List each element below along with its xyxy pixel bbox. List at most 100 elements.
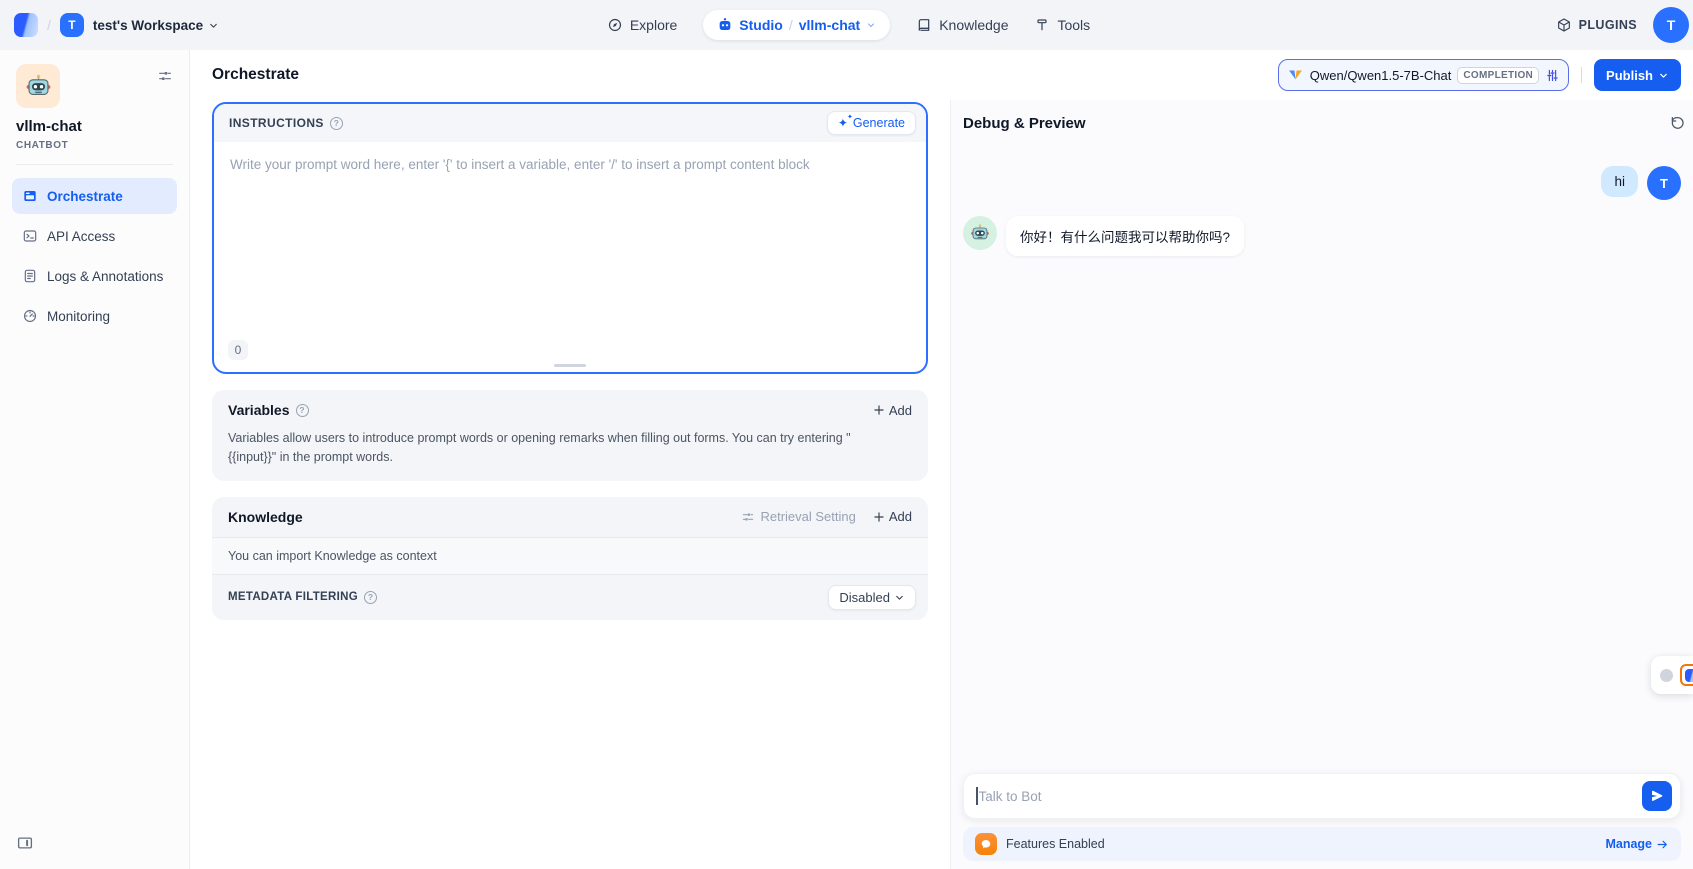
sidebar-nav: Orchestrate API Access Logs & Annotation… xyxy=(12,178,177,334)
chevron-down-icon xyxy=(208,20,219,31)
sidebar-item-monitoring[interactable]: Monitoring xyxy=(12,298,177,334)
plugins-button[interactable]: PLUGINS xyxy=(1556,17,1637,33)
publish-button[interactable]: Publish xyxy=(1594,59,1681,91)
vllm-logo-icon xyxy=(1287,67,1304,84)
sidebar-item-orchestrate[interactable]: Orchestrate xyxy=(12,178,177,214)
chat-input-box xyxy=(963,773,1681,819)
main-nav: Explore Studio / vllm-chat Knowledge Too… xyxy=(344,10,1353,40)
dify-badge-icon xyxy=(1680,664,1693,686)
chat-bubble-icon xyxy=(980,838,992,850)
help-icon xyxy=(330,117,343,130)
metadata-filtering-dropdown[interactable]: Disabled xyxy=(828,585,916,610)
nav-explore[interactable]: Explore xyxy=(607,17,677,33)
retrieval-setting-button[interactable]: Retrieval Setting xyxy=(741,509,855,524)
nav-studio-label: Studio xyxy=(739,17,783,33)
model-name: Qwen/Qwen1.5-7B-Chat xyxy=(1310,68,1452,83)
send-button[interactable] xyxy=(1642,781,1672,811)
window-grid-icon xyxy=(22,188,38,204)
collapse-sidebar-button[interactable] xyxy=(16,834,34,857)
gauge-icon xyxy=(22,308,38,324)
sidebar-item-logs-annotations[interactable]: Logs & Annotations xyxy=(12,258,177,294)
plus-icon xyxy=(872,510,886,524)
page-header: Orchestrate Qwen/Qwen1.5-7B-Chat COMPLET… xyxy=(190,50,1693,100)
app-name: vllm-chat xyxy=(16,118,173,135)
content-area: Orchestrate Qwen/Qwen1.5-7B-Chat COMPLET… xyxy=(190,50,1693,869)
chevron-down-icon xyxy=(866,20,876,30)
model-mode-badge: COMPLETION xyxy=(1457,67,1539,84)
add-label: Add xyxy=(889,403,912,418)
content-body: INSTRUCTIONS ✦ Generate Write your promp… xyxy=(190,100,1693,869)
retrieval-setting-label: Retrieval Setting xyxy=(760,509,855,524)
model-selector[interactable]: Qwen/Qwen1.5-7B-Chat COMPLETION xyxy=(1278,59,1569,91)
instructions-editor[interactable]: Write your prompt word here, enter '{' t… xyxy=(214,142,926,340)
nav-studio[interactable]: Studio / vllm-chat xyxy=(703,10,890,40)
user-avatar[interactable]: T xyxy=(1653,7,1689,43)
add-knowledge-button[interactable]: Add xyxy=(872,509,912,524)
sidebar-item-label: Logs & Annotations xyxy=(47,269,163,284)
manage-label: Manage xyxy=(1605,837,1652,851)
topbar-right: PLUGINS T xyxy=(1353,7,1683,43)
add-variable-button[interactable]: Add xyxy=(872,403,912,418)
add-label: Add xyxy=(889,509,912,524)
debug-preview-pane: Debug & Preview hi T xyxy=(950,100,1693,869)
dify-logo[interactable] xyxy=(14,13,38,37)
workspace-badge: T xyxy=(60,13,84,37)
robot-emoji-icon xyxy=(970,223,990,243)
hammer-icon xyxy=(1034,17,1050,33)
variables-card: Variables Add Variables allow users to i… xyxy=(212,390,928,481)
debug-title: Debug & Preview xyxy=(963,115,1086,132)
terminal-icon xyxy=(22,228,38,244)
generate-button[interactable]: ✦ Generate xyxy=(827,111,916,135)
knowledge-title: Knowledge xyxy=(228,509,303,525)
page-title: Orchestrate xyxy=(212,66,299,84)
workspace-name: test's Workspace xyxy=(93,18,203,33)
app-settings-button[interactable] xyxy=(157,68,173,89)
orchestrate-config-pane: INSTRUCTIONS ✦ Generate Write your promp… xyxy=(190,100,950,869)
help-icon xyxy=(296,404,309,417)
chat-message-user: hi T xyxy=(963,166,1681,200)
sidebar-item-label: Orchestrate xyxy=(47,189,123,204)
instructions-footer: 0 xyxy=(214,340,926,372)
resize-handle[interactable] xyxy=(554,364,586,367)
nav-tools[interactable]: Tools xyxy=(1034,17,1090,33)
bot-avatar xyxy=(963,216,997,250)
nav-knowledge[interactable]: Knowledge xyxy=(916,17,1008,33)
chevron-down-icon xyxy=(894,592,905,603)
variables-description: Variables allow users to introduce promp… xyxy=(228,429,868,467)
metadata-filtering-row: METADATA FILTERING Disabled xyxy=(212,575,928,620)
metadata-filtering-value: Disabled xyxy=(839,590,890,605)
manage-features-link[interactable]: Manage xyxy=(1605,837,1669,851)
variables-title: Variables xyxy=(228,402,290,418)
sidebar-item-api-access[interactable]: API Access xyxy=(12,218,177,254)
top-bar: / T test's Workspace Explore Studio / vl… xyxy=(0,0,1693,50)
talk-to-bot-input[interactable] xyxy=(979,789,1643,804)
instructions-card: INSTRUCTIONS ✦ Generate Write your promp… xyxy=(212,102,928,374)
topbar-left: / T test's Workspace xyxy=(14,13,344,37)
debug-input-area: Features Enabled Manage xyxy=(951,773,1693,869)
plus-icon xyxy=(872,403,886,417)
robot-emoji-icon xyxy=(25,73,52,100)
app-sidebar: vllm-chat CHATBOT Orchestrate API Access… xyxy=(0,50,190,869)
chat-message-assistant: 你好！有什么问题我可以帮助你吗? xyxy=(963,216,1681,256)
arrow-right-icon xyxy=(1656,838,1669,851)
sparkles-icon: ✦ xyxy=(838,117,848,129)
separator-slash: / xyxy=(47,17,51,33)
nav-explore-label: Explore xyxy=(630,17,677,33)
drag-dot-icon xyxy=(1660,669,1673,682)
instructions-header: INSTRUCTIONS ✦ Generate xyxy=(214,104,926,142)
dify-app: / T test's Workspace Explore Studio / vl… xyxy=(0,0,1693,869)
workspace-selector[interactable]: test's Workspace xyxy=(93,18,219,33)
restart-conversation-button[interactable] xyxy=(1669,115,1685,131)
chat-area: hi T 你好！有什么问题我可以帮助你吗? xyxy=(951,146,1693,773)
package-icon xyxy=(1556,17,1572,33)
header-divider xyxy=(1581,67,1582,83)
sliders-icon xyxy=(157,68,173,84)
metadata-filtering-title: METADATA FILTERING xyxy=(228,591,358,603)
nav-knowledge-label: Knowledge xyxy=(939,17,1008,33)
helper-widget[interactable] xyxy=(1651,656,1693,694)
publish-label: Publish xyxy=(1606,68,1653,83)
user-avatar: T xyxy=(1647,166,1681,200)
main-area: vllm-chat CHATBOT Orchestrate API Access… xyxy=(0,50,1693,869)
generate-label: Generate xyxy=(853,116,905,130)
help-icon xyxy=(364,591,377,604)
